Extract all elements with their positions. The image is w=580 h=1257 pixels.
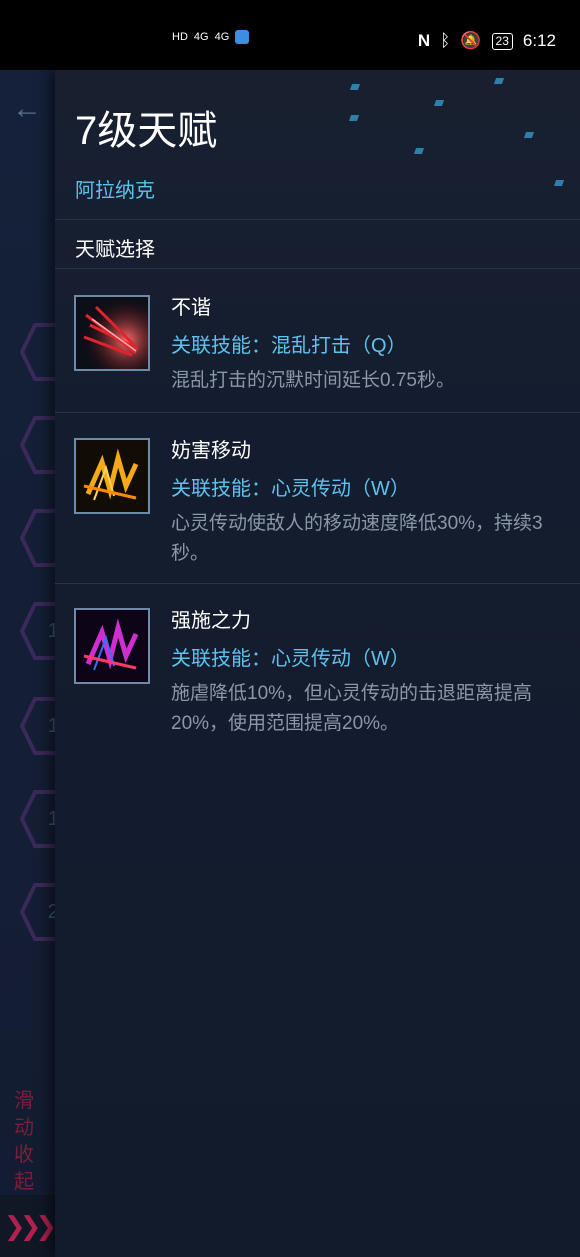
battery-indicator: 23 xyxy=(491,32,513,50)
collapse-char: 起 xyxy=(14,1171,34,1193)
collapse-char: 动 xyxy=(14,1117,34,1139)
back-arrow-icon[interactable]: ← xyxy=(12,92,42,126)
signal-4g-icon-2: 4G xyxy=(214,31,230,43)
mute-icon: 🔕 xyxy=(460,31,482,50)
sparkle xyxy=(413,148,425,154)
talent-drawer: 7级天赋 阿拉纳克 天赋选择 不谐 关联技能：混乱打击（Q） 混乱打击的沉默时间… xyxy=(55,70,580,1257)
status-left: HD 4G 4G xyxy=(172,30,250,44)
status-bar: HD 4G 4G N ᛒ 🔕 23 6:12 xyxy=(0,0,580,70)
nfc-icon: N xyxy=(417,31,431,50)
talent-name: 妨害移动 xyxy=(171,440,251,462)
clock: 6:12 xyxy=(522,31,556,50)
talent-desc: 心灵传动使敌人的移动速度降低30%，持续3秒。 xyxy=(171,513,543,564)
talent-name: 不谐 xyxy=(171,297,211,319)
section-label: 天赋选择 xyxy=(75,239,155,261)
sparkle xyxy=(523,132,535,138)
collapse-char: 收 xyxy=(14,1144,34,1166)
red-slash-icon xyxy=(74,295,150,371)
collapse-char: 滑 xyxy=(14,1090,34,1112)
collapse-arrow-icon[interactable]: ❯❯❯ xyxy=(0,1195,57,1257)
hd-icon: HD xyxy=(172,31,188,43)
bluetooth-icon: ᛒ xyxy=(440,31,451,50)
collapse-hint[interactable]: 滑 动 收 起 xyxy=(14,1088,42,1196)
sparkle xyxy=(348,115,360,121)
drawer-title: 7级天赋 xyxy=(75,109,218,153)
talent-desc: 混乱打击的沉默时间延长0.75秒。 xyxy=(171,370,455,391)
sparkle xyxy=(433,100,445,106)
divider xyxy=(55,412,580,413)
sparkle xyxy=(493,78,505,84)
double-chevron-icon: ❯❯❯ xyxy=(3,1210,57,1241)
hero-name: 阿拉纳克 xyxy=(75,180,155,202)
sparkle xyxy=(553,180,565,186)
talent-desc: 施虐降低10%，但心灵传动的击退距离提高20%，使用范围提高20%。 xyxy=(171,683,533,734)
divider xyxy=(55,268,580,269)
app-notification-icon xyxy=(235,30,250,44)
talent-skill: 关联技能：混乱打击（Q） xyxy=(171,335,407,357)
talent-name: 强施之力 xyxy=(171,610,251,632)
level-sidebar xyxy=(0,70,55,1257)
divider xyxy=(55,583,580,584)
talent-skill: 关联技能：心灵传动（W） xyxy=(171,648,410,670)
talent-skill: 关联技能：心灵传动（W） xyxy=(171,478,410,500)
divider xyxy=(55,219,580,220)
sparkle xyxy=(349,84,361,90)
status-right: N ᛒ 🔕 23 6:12 xyxy=(418,31,556,51)
purple-wave-icon xyxy=(74,608,150,684)
yellow-wave-icon xyxy=(74,438,150,514)
signal-4g-icon: 4G xyxy=(193,31,209,43)
